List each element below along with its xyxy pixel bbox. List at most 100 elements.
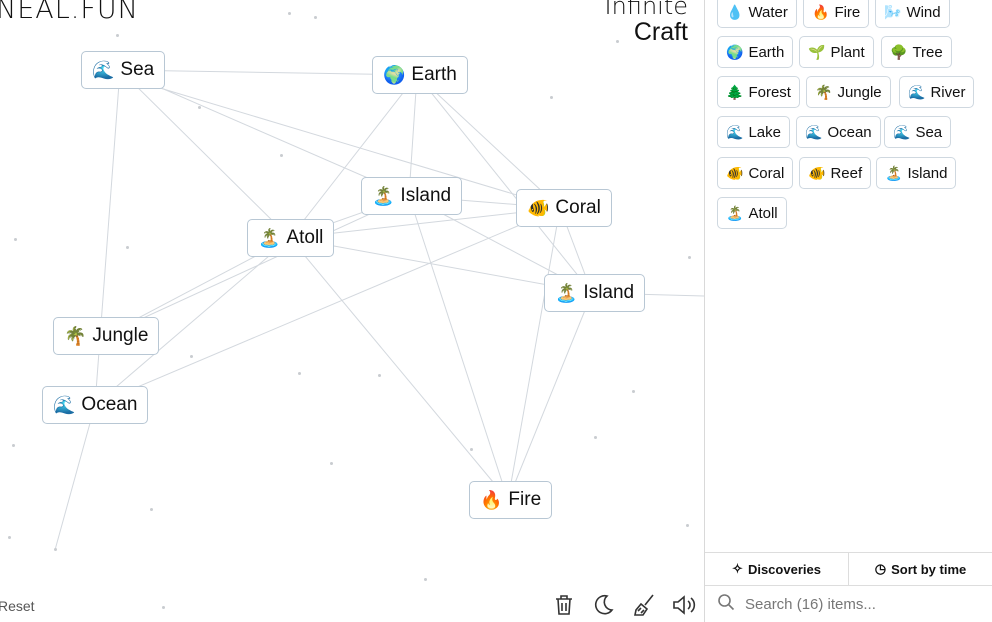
search-input[interactable] [743, 594, 977, 614]
particle [298, 372, 301, 375]
particle [116, 34, 119, 37]
particle [686, 524, 689, 527]
discoveries-button[interactable]: ✧ Discoveries [705, 553, 848, 585]
fire-icon: 🔥 [480, 489, 503, 510]
particle [616, 40, 619, 43]
item-label: Wind [906, 3, 941, 21]
item-label: Tree [912, 43, 943, 61]
node-label: Fire [508, 489, 542, 510]
search-bar [705, 586, 992, 622]
canvas-node-jungle[interactable]: 🌴 Jungle [53, 317, 160, 355]
item-wind[interactable]: 🌬️ Wind [875, 0, 950, 28]
item-lake[interactable]: 🌊 Lake [717, 116, 790, 148]
item-earth[interactable]: 🌍 Earth [717, 36, 794, 68]
item-label: Earth [748, 43, 785, 61]
item-label: Island [907, 164, 948, 182]
evergreen-tree-icon: 🌲 [726, 83, 744, 100]
trash-icon[interactable] [551, 592, 579, 620]
seedling-icon: 🌱 [808, 43, 826, 60]
canvas-node-atoll[interactable]: 🏝️ Atoll [247, 219, 335, 257]
moon-icon[interactable] [590, 592, 618, 620]
item-plant[interactable]: 🌱 Plant [799, 36, 874, 68]
sound-icon[interactable] [670, 592, 698, 620]
sort-by-time-button[interactable]: ◷ Sort by time [848, 553, 992, 585]
wave-icon: 🌊 [893, 123, 911, 140]
canvas-node-ocean[interactable]: 🌊 Ocean [42, 386, 149, 424]
fish-icon: 🐠 [726, 164, 744, 181]
item-label: Atoll [748, 204, 778, 222]
node-label: Island [583, 282, 635, 303]
tree-icon: 🌳 [890, 43, 908, 60]
node-label: Earth [411, 64, 457, 85]
particle [150, 508, 153, 511]
wave-icon: 🌊 [805, 123, 823, 140]
item-jungle[interactable]: 🌴 Jungle [806, 76, 891, 108]
particle [632, 390, 635, 393]
particle [12, 444, 15, 447]
item-atoll[interactable]: 🏝️ Atoll [717, 197, 787, 229]
wave-icon: 🌊 [726, 123, 744, 140]
item-forest[interactable]: 🌲 Forest [717, 76, 800, 108]
particle [8, 536, 11, 539]
item-water[interactable]: 💧 Water [717, 0, 797, 28]
reset-button[interactable]: Reset [0, 598, 35, 614]
particle [198, 106, 201, 109]
particle [470, 448, 473, 451]
particle [280, 154, 283, 157]
item-island[interactable]: 🏝️ Island [876, 157, 957, 189]
island-icon: 🏝️ [885, 164, 903, 181]
node-label: Atoll [286, 227, 324, 248]
canvas-node-island[interactable]: 🏝️ Island [361, 177, 463, 215]
item-reef[interactable]: 🐠 Reef [799, 157, 872, 189]
wave-icon: 🌊 [53, 394, 76, 415]
canvas-node-fire[interactable]: 🔥 Fire [469, 481, 553, 519]
particle [378, 374, 381, 377]
broom-icon[interactable] [631, 592, 659, 620]
canvas-node-earth[interactable]: 🌍 Earth [372, 56, 468, 94]
item-label: Coral [748, 164, 785, 182]
particle [314, 16, 317, 19]
title-infinite: Infinite [604, 0, 688, 20]
node-label: Ocean [81, 394, 138, 415]
item-label: Water [748, 3, 788, 21]
canvas-node-coral[interactable]: 🐠 Coral [516, 189, 612, 227]
neal-fun-logo[interactable]: NEAL.FUN [0, 0, 139, 25]
particle [162, 606, 165, 609]
fire-icon: 🔥 [812, 3, 830, 20]
item-sea[interactable]: 🌊 Sea [884, 116, 952, 148]
particle [190, 355, 193, 358]
canvas-node-island[interactable]: 🏝️ Island [544, 274, 646, 312]
node-label: Jungle [92, 325, 149, 346]
item-river[interactable]: 🌊 River [899, 76, 975, 108]
particle [550, 96, 553, 99]
clock-icon: ◷ [874, 561, 887, 576]
particle [54, 548, 57, 551]
item-label: River [930, 83, 966, 101]
wind-icon: 🌬️ [884, 3, 902, 20]
fish-icon: 🐠 [527, 197, 550, 218]
item-fire[interactable]: 🔥 Fire [803, 0, 870, 28]
globe-icon: 🌍 [726, 43, 744, 60]
sort-label: Sort by time [891, 561, 967, 577]
wave-icon: 🌊 [908, 83, 926, 100]
island-icon: 🏝️ [372, 185, 395, 206]
item-label: Reef [830, 164, 863, 182]
particle [126, 246, 129, 249]
search-icon [717, 593, 735, 616]
globe-icon: 🌍 [383, 64, 406, 85]
item-label: Ocean [827, 123, 872, 141]
canvas-node-sea[interactable]: 🌊 Sea [81, 51, 166, 89]
item-label: Fire [834, 3, 861, 21]
node-label: Sea [120, 59, 155, 80]
item-label: Plant [830, 43, 865, 61]
item-coral[interactable]: 🐠 Coral [717, 157, 794, 189]
particle [288, 12, 291, 15]
item-tree[interactable]: 🌳 Tree [881, 36, 952, 68]
droplet-icon: 💧 [726, 3, 744, 20]
island-icon: 🏝️ [726, 204, 744, 221]
fish-icon: 🐠 [808, 164, 826, 181]
item-ocean[interactable]: 🌊 Ocean [796, 116, 881, 148]
particle [424, 578, 427, 581]
island-icon: 🏝️ [258, 227, 281, 248]
crafting-canvas[interactable]: NEAL.FUN Infinite Craft 🌊 Sea 🌍 Earth 🏝️… [0, 0, 704, 622]
